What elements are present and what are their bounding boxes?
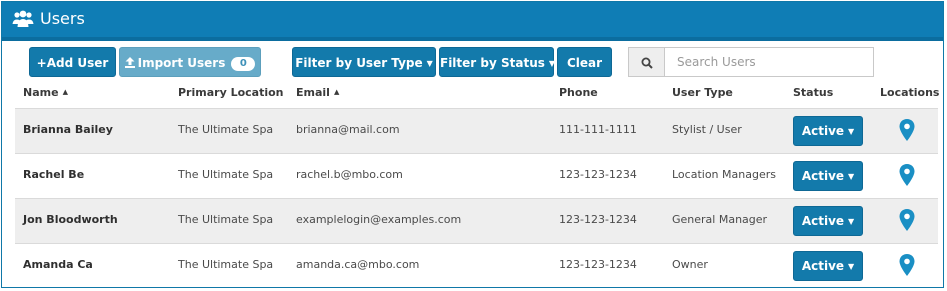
caret-down-icon: ▼: [848, 127, 855, 136]
filter-status-button[interactable]: Filter by Status ▼: [439, 47, 556, 77]
user-email: amanda.ca@mbo.com: [296, 258, 420, 271]
user-name[interactable]: Jon Bloodworth: [23, 213, 118, 226]
location-pin-icon[interactable]: [899, 254, 915, 276]
import-users-label: Import Users: [137, 56, 226, 70]
column-header-primary-location: Primary Location: [178, 86, 284, 99]
header-divider: [2, 37, 943, 41]
add-user-label: +Add User: [36, 56, 109, 70]
column-header-email[interactable]: Email ▲: [296, 86, 339, 99]
location-pin-icon[interactable]: [899, 209, 915, 231]
users-icon: [12, 10, 34, 27]
column-header-name[interactable]: Name ▲: [23, 86, 68, 99]
caret-down-icon: ▼: [548, 59, 556, 68]
filter-user-type-label: Filter by User Type: [295, 56, 423, 70]
clear-label: Clear: [566, 56, 603, 70]
table-row: Brianna Bailey The Ultimate Spa brianna@…: [15, 108, 938, 154]
search-button[interactable]: [628, 47, 664, 77]
caret-down-icon: ▼: [848, 217, 855, 226]
filter-status-label: Filter by Status: [440, 56, 545, 70]
sort-asc-icon: ▲: [333, 88, 340, 96]
user-primary-location: The Ultimate Spa: [178, 213, 274, 226]
user-email: examplelogin@examples.com: [296, 213, 462, 226]
status-dropdown-button[interactable]: Active ▼: [793, 206, 863, 236]
user-primary-location: The Ultimate Spa: [178, 168, 274, 181]
user-type: Owner: [672, 258, 708, 271]
add-user-button[interactable]: +Add User: [29, 47, 116, 77]
column-header-phone: Phone: [559, 86, 598, 99]
table-row: Jon Bloodworth The Ultimate Spa examplel…: [15, 198, 938, 244]
location-pin-icon[interactable]: [899, 119, 915, 141]
page-title: Users: [40, 9, 85, 28]
user-email: rachel.b@mbo.com: [296, 168, 403, 181]
clear-button[interactable]: Clear: [557, 47, 612, 77]
column-header-locations: Locations: [880, 86, 940, 99]
user-phone: 123-123-1234: [559, 168, 637, 181]
user-phone: 123-123-1234: [559, 258, 637, 271]
panel-header: Users: [2, 2, 943, 37]
user-primary-location: The Ultimate Spa: [178, 258, 274, 271]
user-email: brianna@mail.com: [296, 123, 400, 136]
user-type: Location Managers: [672, 168, 776, 181]
import-count-badge: 0: [231, 57, 256, 71]
user-phone: 123-123-1234: [559, 213, 637, 226]
sort-asc-icon: ▲: [62, 88, 68, 96]
column-header-status: Status: [793, 86, 834, 99]
caret-down-icon: ▼: [848, 262, 855, 271]
upload-icon: [124, 57, 135, 68]
search-icon: [641, 57, 653, 69]
filter-user-type-button[interactable]: Filter by User Type ▼: [292, 47, 436, 77]
caret-down-icon: ▼: [848, 172, 855, 181]
users-panel: Users +Add User Import Users 0 Filter by …: [1, 1, 944, 288]
user-type: General Manager: [672, 213, 768, 226]
user-primary-location: The Ultimate Spa: [178, 123, 274, 136]
location-pin-icon[interactable]: [899, 164, 915, 186]
import-users-button[interactable]: Import Users 0: [119, 47, 261, 77]
table-row: Amanda Ca The Ultimate Spa amanda.ca@mbo…: [15, 243, 938, 287]
status-dropdown-button[interactable]: Active ▼: [793, 116, 863, 146]
caret-down-icon: ▼: [426, 59, 433, 68]
user-type: Stylist / User: [672, 123, 742, 136]
search-input[interactable]: [664, 47, 874, 77]
user-name[interactable]: Brianna Bailey: [23, 123, 113, 136]
user-name[interactable]: Amanda Ca: [23, 258, 93, 271]
status-dropdown-button[interactable]: Active ▼: [793, 161, 863, 191]
user-phone: 111-111-1111: [559, 123, 637, 136]
status-dropdown-button[interactable]: Active ▼: [793, 251, 863, 281]
table-row: Rachel Be The Ultimate Spa rachel.b@mbo.…: [15, 153, 938, 199]
column-header-user-type: User Type: [672, 86, 733, 99]
user-name[interactable]: Rachel Be: [23, 168, 84, 181]
